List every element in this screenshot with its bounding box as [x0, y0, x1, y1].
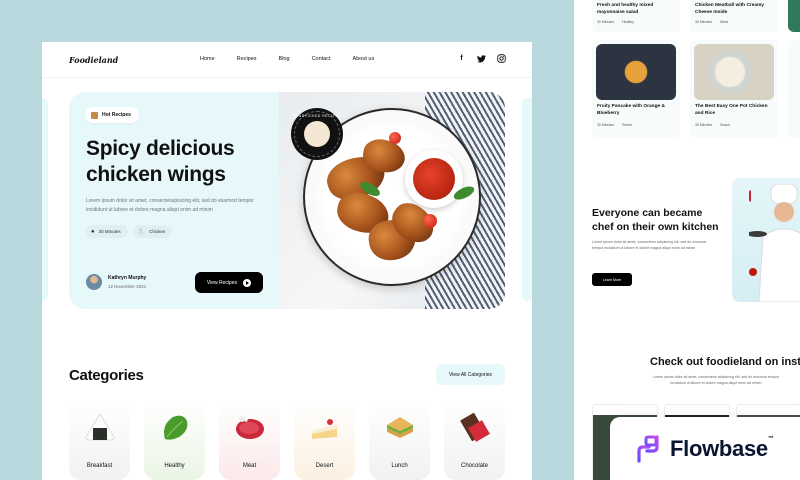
site-logo[interactable]: Foodieland: [69, 55, 118, 65]
learn-more-button[interactable]: Learn More: [592, 273, 632, 286]
sandwich-icon: [387, 417, 413, 438]
recipe-card-peek[interactable]: [788, 0, 800, 32]
view-recipes-button[interactable]: View Recipes: [195, 272, 263, 293]
recipe-category: Snack: [720, 123, 730, 127]
chef-description: Lorem ipsum dolor sit amet, consectetur …: [592, 240, 706, 250]
top-nav: Foodieland Home Recipes Blog Contact Abo…: [42, 42, 532, 78]
chef-section: Everyone can became chef on their own ki…: [592, 206, 722, 251]
recipe-category: Meat: [720, 20, 728, 24]
category-lunch[interactable]: Lunch: [369, 401, 430, 480]
prev-slide-peek[interactable]: [42, 98, 48, 301]
category-desert[interactable]: Desert: [294, 401, 355, 480]
recipe-image: [694, 44, 774, 100]
author-info: Kathryn Murphy 12 November 2021: [86, 274, 146, 290]
recipe-image: [596, 44, 676, 100]
preview-strip: Fresh and healthy mixed mayonnaise salad…: [574, 0, 800, 480]
categories-title: Categories: [69, 367, 144, 384]
recipe-book-icon: [91, 111, 98, 119]
category-breakfast[interactable]: Breakfast: [69, 401, 130, 480]
next-slide-peek[interactable]: [522, 98, 532, 301]
tomato: [423, 214, 437, 228]
flowbase-logo-icon: [637, 434, 659, 463]
hero-description: Lorem ipsum dolor sit amet, consectetuip…: [86, 198, 254, 213]
recipe-card-salad[interactable]: Fresh and healthy mixed mayonnaise salad…: [592, 0, 680, 32]
stamp-text: HANDPICKED RECIPES: [292, 114, 342, 118]
hero-card: Hot Recipes Spicy delicious chicken wing…: [69, 92, 505, 309]
facebook-icon[interactable]: f: [457, 54, 466, 63]
recipe-card-pancake[interactable]: Fruity Pancake with Orange & Blueberry 3…: [592, 40, 680, 138]
chef-illustration: [749, 184, 800, 302]
recipe-meta: 30 Minutes Meat: [695, 20, 728, 24]
lettuce-icon: [164, 415, 188, 440]
recipe-category: Sweet: [622, 123, 632, 127]
hero-title: Spicy delicious chicken wings: [86, 137, 235, 186]
author-name: Kathryn Murphy: [108, 275, 147, 281]
flowbase-name: Flowbase: [670, 435, 768, 461]
recipe-meta: 30 Minutes Sweet: [597, 123, 632, 127]
recipe-card-peek-2[interactable]: [788, 40, 800, 138]
categories-list: Breakfast Healthy Meat Desert Lunch Choc…: [69, 401, 505, 480]
recipe-title: The Best Easy One Pot Chicken and Rice: [695, 104, 768, 116]
nav-contact[interactable]: Contact: [312, 56, 331, 62]
cake-icon: [312, 419, 337, 439]
view-all-categories-button[interactable]: View All Categories: [436, 364, 505, 385]
category-healthy[interactable]: Healthy: [144, 401, 205, 480]
time-label: 30 Minutes: [98, 229, 121, 234]
fork-knife-icon: 🍴: [137, 229, 146, 235]
recipe-card-chicken-rice[interactable]: The Best Easy One Pot Chicken and Rice 3…: [690, 40, 778, 138]
recipe-time: 30 Minutes: [695, 123, 713, 127]
time-chip: ● 30 Minutes: [86, 225, 128, 238]
recipe-time: 30 Minutes: [597, 20, 615, 24]
category-label: Healthy: [164, 463, 185, 469]
hot-recipes-tag: Hot Recipes: [85, 107, 139, 123]
nav-about[interactable]: About us: [353, 56, 375, 62]
category-label: Meat: [242, 463, 257, 469]
category-chocolate[interactable]: Chocolate: [444, 401, 505, 480]
sauce-bowl: [405, 150, 463, 208]
category-label: Chicken: [149, 229, 166, 234]
hot-recipes-label: Hot Recipes: [102, 112, 131, 118]
category-chip: 🍴 Chicken: [132, 225, 173, 238]
category-meat[interactable]: Meat: [219, 401, 280, 480]
instagram-description: Lorem ipsum dolor sit amet, consectetur …: [652, 375, 780, 385]
recipe-title: Fruity Pancake with Orange & Blueberry: [597, 104, 665, 116]
social-links: f: [457, 54, 506, 63]
nav-recipes[interactable]: Recipes: [237, 56, 257, 62]
flowbase-badge[interactable]: Flowbase™: [610, 417, 800, 480]
twitter-icon[interactable]: [477, 54, 486, 63]
chocolate-icon: [460, 412, 490, 442]
trademark: ™: [767, 435, 774, 442]
recipe-title: Fresh and healthy mixed mayonnaise salad: [597, 3, 654, 15]
nav-home[interactable]: Home: [200, 56, 215, 62]
main-page: Foodieland Home Recipes Blog Contact Abo…: [42, 42, 532, 480]
chef-title: Everyone can became chef on their own ki…: [592, 207, 719, 233]
instagram-icon[interactable]: [497, 54, 506, 63]
onigiri-icon: [85, 413, 115, 441]
handpicked-stamp: HANDPICKED RECIPES: [291, 108, 343, 160]
steak-icon: [236, 416, 264, 439]
recipe-category: Healthy: [622, 20, 634, 24]
category-label: Chocolate: [460, 463, 489, 469]
play-icon: [243, 278, 252, 287]
recipe-time: 30 Minutes: [597, 123, 615, 127]
instagram-title: Check out foodieland on instagram: [650, 356, 800, 368]
nav-menu: Home Recipes Blog Contact About us: [200, 56, 374, 62]
nav-blog[interactable]: Blog: [279, 56, 290, 62]
recipe-meta: 30 Minutes Snack: [695, 123, 730, 127]
recipe-meta: 30 Minutes Healthy: [597, 20, 634, 24]
recipe-card-meatball[interactable]: Chicken Meatball with Creamy Cheese Insi…: [690, 0, 778, 32]
category-label: Lunch: [391, 463, 408, 469]
avatar: [86, 274, 102, 290]
recipe-title: Chicken Meatball with Creamy Cheese Insi…: [695, 3, 765, 15]
category-label: Desert: [315, 463, 334, 469]
view-recipes-label: View Recipes: [206, 279, 238, 286]
hero-meta: ● 30 Minutes 🍴 Chicken: [86, 225, 173, 238]
recipe-time: 30 Minutes: [695, 20, 713, 24]
category-label: Breakfast: [86, 463, 113, 469]
author-date: 12 November 2021: [108, 284, 147, 289]
timer-icon: ●: [91, 228, 95, 235]
